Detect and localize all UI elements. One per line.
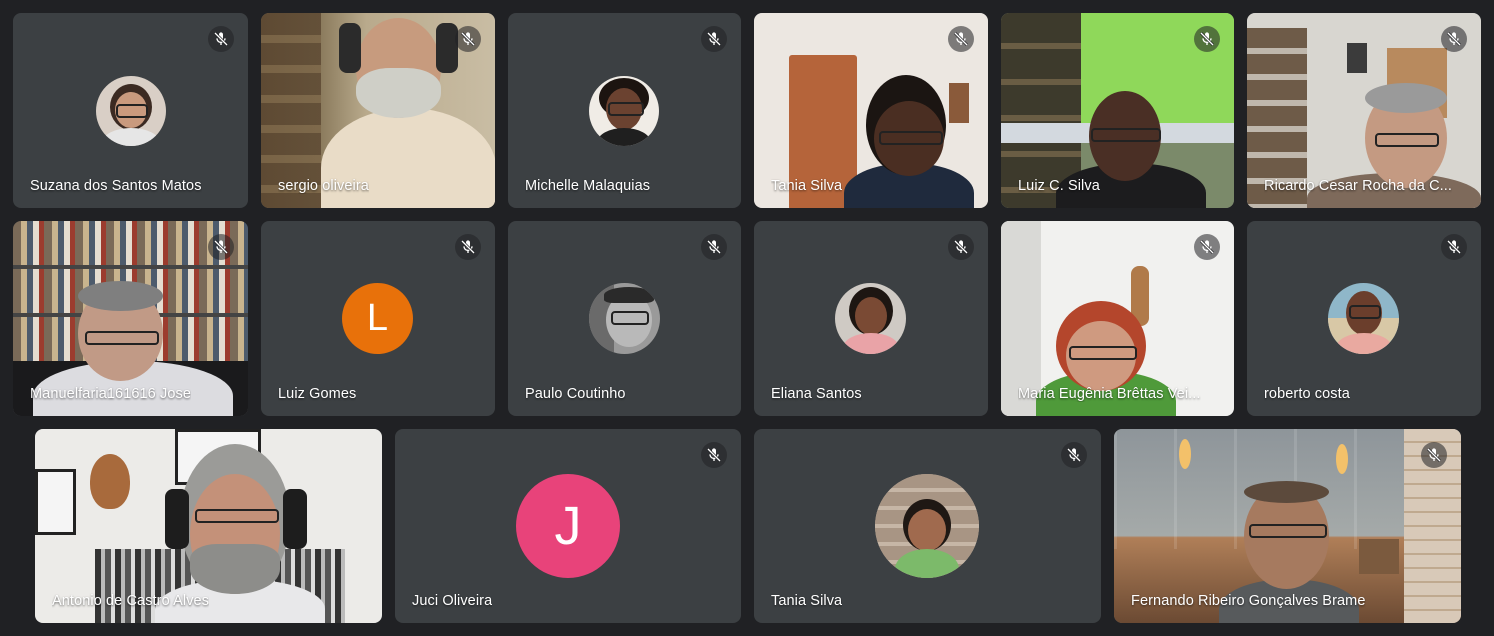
participant-avatar <box>96 76 166 146</box>
mic-off-icon <box>1441 26 1467 52</box>
participant-tile-ricardo[interactable]: Ricardo Cesar Rocha da C... <box>1247 13 1481 208</box>
participant-name: Luiz Gomes <box>278 386 357 402</box>
participant-tile-tania-2[interactable]: Tania Silva <box>754 429 1101 623</box>
participant-name: Suzana dos Santos Matos <box>30 178 202 194</box>
mic-off-icon <box>701 26 727 52</box>
participant-name: roberto costa <box>1264 386 1350 402</box>
participant-name: Antonio de Castro Alves <box>52 593 210 609</box>
participant-tile-manuelfaria[interactable]: Manuelfaria161616 Jose <box>13 221 248 416</box>
participant-name: Luiz C. Silva <box>1018 178 1100 194</box>
participant-name: Paulo Coutinho <box>525 386 626 402</box>
mic-off-icon <box>701 234 727 260</box>
mic-off-icon <box>948 26 974 52</box>
participant-avatar <box>835 283 906 354</box>
mic-off-icon <box>1441 234 1467 260</box>
participant-avatar <box>589 283 660 354</box>
mic-off-icon <box>1061 442 1087 468</box>
participant-tile-fernando[interactable]: Fernando Ribeiro Gonçalves Brame <box>1114 429 1461 623</box>
participant-name: Maria Eugênia Brêttas Vei... <box>1018 386 1201 402</box>
initial-avatar: J <box>516 474 620 578</box>
mic-off-icon <box>455 26 481 52</box>
mic-off-icon <box>455 234 481 260</box>
participant-name: Juci Oliveira <box>412 593 493 609</box>
participant-name: Fernando Ribeiro Gonçalves Brame <box>1131 593 1366 609</box>
participant-name: Tania Silva <box>771 178 843 194</box>
participant-name: Manuelfaria161616 Jose <box>30 386 192 402</box>
participant-tile-juci[interactable]: J Juci Oliveira <box>395 429 741 623</box>
participant-name: Ricardo Cesar Rocha da C... <box>1264 178 1453 194</box>
mic-off-icon <box>1194 234 1220 260</box>
mic-off-icon <box>208 26 234 52</box>
participant-avatar <box>875 474 979 578</box>
mic-off-icon <box>1421 442 1447 468</box>
participant-name: Tania Silva <box>771 593 843 609</box>
participant-avatar <box>589 76 659 146</box>
participant-tile-roberto[interactable]: roberto costa <box>1247 221 1481 416</box>
mic-off-icon <box>948 234 974 260</box>
participant-tile-suzana[interactable]: Suzana dos Santos Matos <box>13 13 248 208</box>
participant-tile-antonio[interactable]: Antonio de Castro Alves <box>35 429 382 623</box>
mic-off-icon <box>208 234 234 260</box>
mic-off-icon <box>1194 26 1220 52</box>
participant-tile-michelle[interactable]: Michelle Malaquias <box>508 13 741 208</box>
participant-tile-sergio[interactable]: sergio oliveira <box>261 13 495 208</box>
participant-tile-eliana[interactable]: Eliana Santos <box>754 221 988 416</box>
participant-tile-tania-1[interactable]: Tania Silva <box>754 13 988 208</box>
participant-tile-luiz-gomes[interactable]: L Luiz Gomes <box>261 221 495 416</box>
initial-avatar: L <box>342 283 413 354</box>
participant-avatar <box>1328 283 1399 354</box>
participant-name: Eliana Santos <box>771 386 862 402</box>
avatar-initial: J <box>554 496 582 556</box>
participant-tile-maria[interactable]: Maria Eugênia Brêttas Vei... <box>1001 221 1234 416</box>
participant-tile-paulo[interactable]: Paulo Coutinho <box>508 221 741 416</box>
participant-tile-luiz-c[interactable]: Luiz C. Silva <box>1001 13 1234 208</box>
avatar-initial: L <box>366 297 389 339</box>
participant-name: Michelle Malaquias <box>525 178 651 194</box>
mic-off-icon <box>701 442 727 468</box>
participant-name: sergio oliveira <box>278 178 369 194</box>
